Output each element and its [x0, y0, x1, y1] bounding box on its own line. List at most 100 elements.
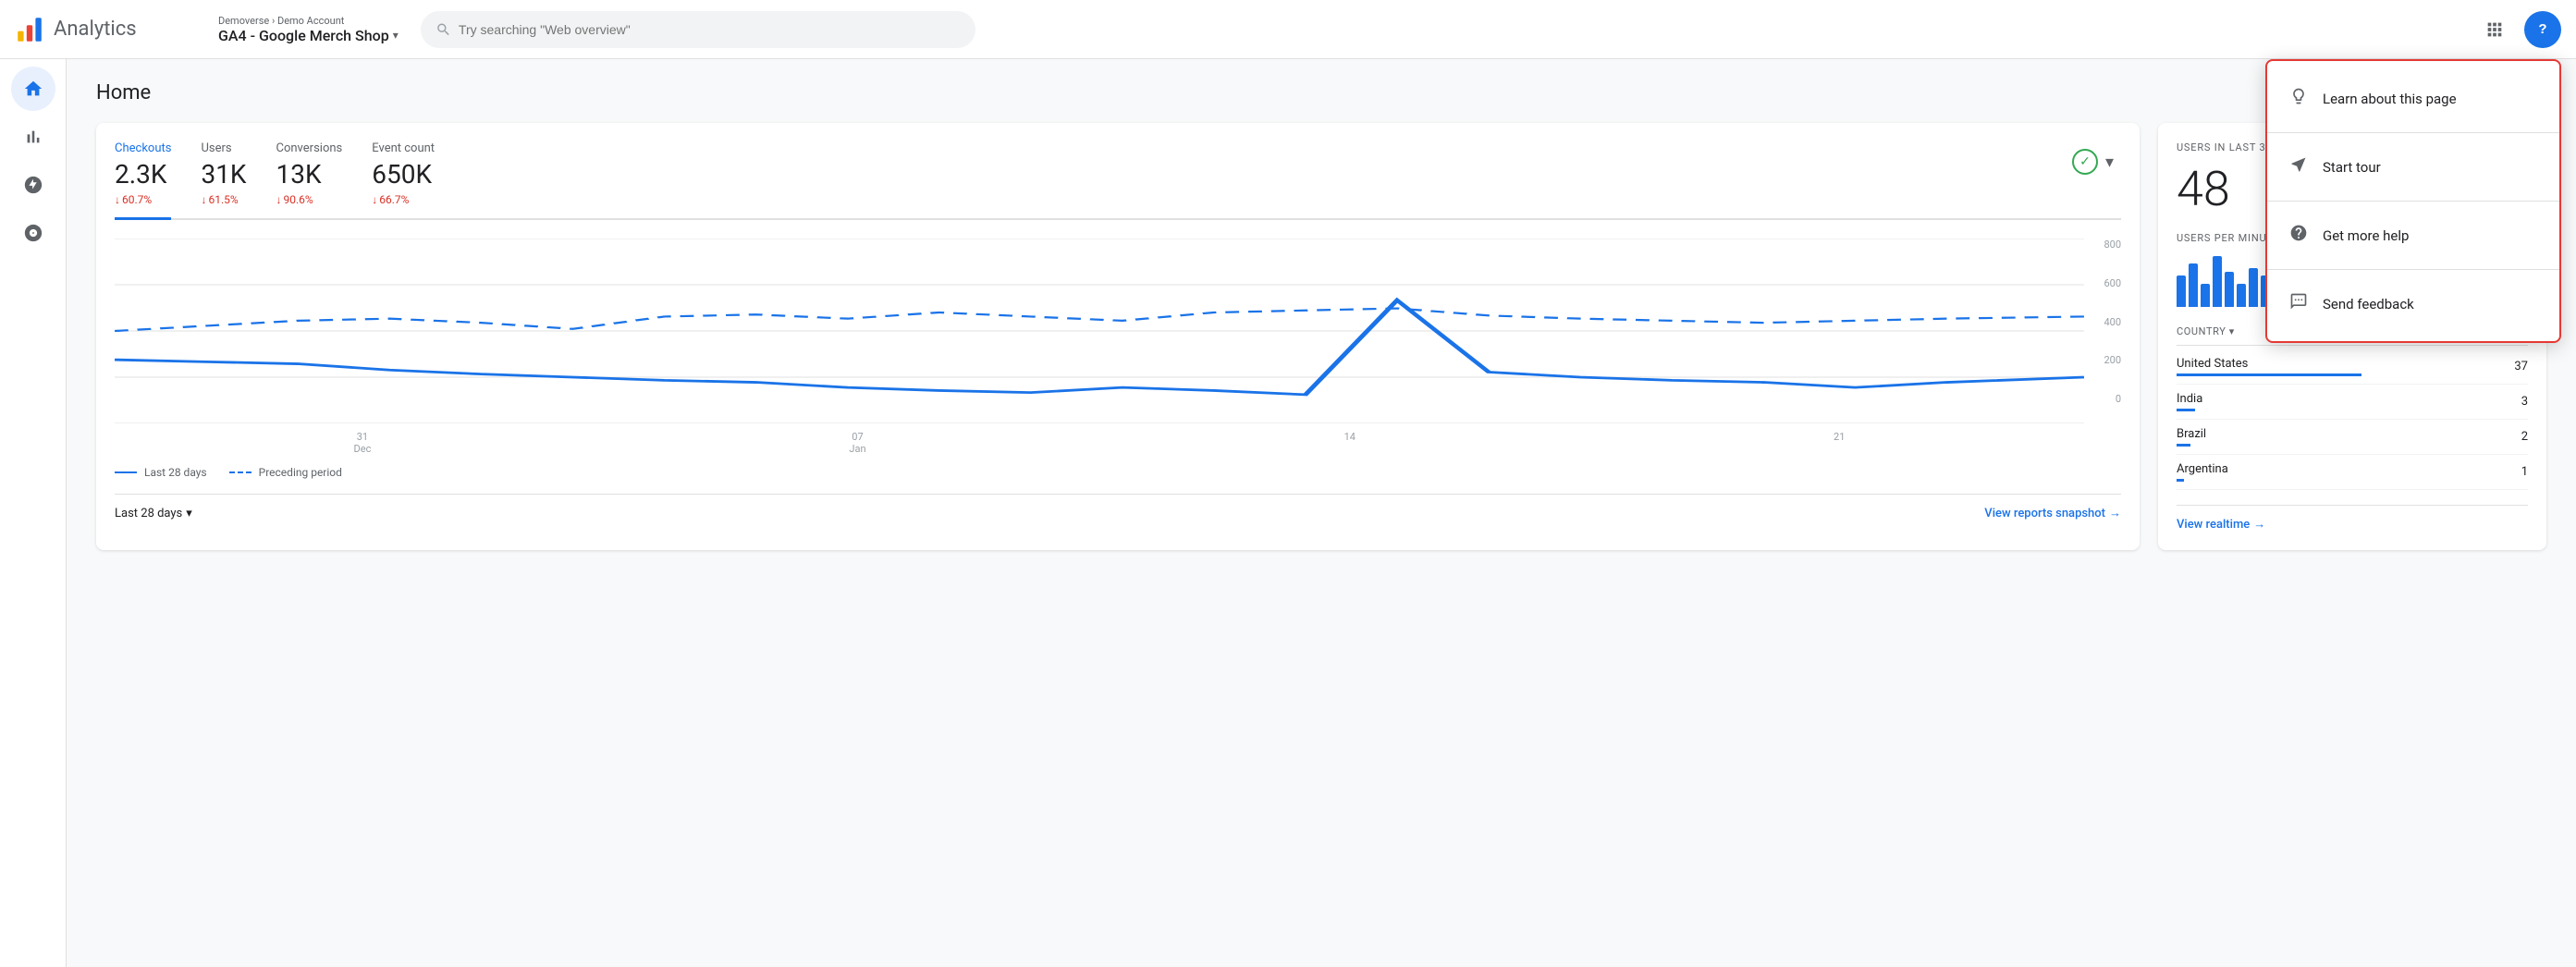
sidebar-item-explore[interactable] [11, 163, 55, 207]
event-count-change: ↓66.7% [372, 193, 435, 206]
metrics-tabs: Checkouts 2.3K ↓60.7% Users 31K ↓61.5% [115, 141, 2121, 220]
bar-0 [2177, 275, 2186, 307]
country-row-3: Argentina 1 [2177, 455, 2528, 490]
main-layout: Home Checkouts 2.3K ↓60.7% [0, 59, 2576, 967]
menu-divider-2 [2267, 269, 2559, 270]
country-name-2: Brazil [2177, 427, 2206, 441]
x-label-jan21: 21 [1834, 431, 1845, 455]
country-table: COUNTRY ▾ USERS ▾ United States 37 India… [2177, 325, 2528, 490]
main-content: Home Checkouts 2.3K ↓60.7% [67, 59, 2576, 967]
country-bar-1 [2177, 409, 2195, 411]
legend-dashed-line [229, 471, 251, 473]
metric-tab-conversions[interactable]: Conversions 13K ↓90.6% [276, 141, 343, 218]
metric-tab-users[interactable]: Users 31K ↓61.5% [201, 141, 246, 218]
bar-1 [2189, 263, 2198, 307]
sidebar-item-advertising[interactable] [11, 211, 55, 255]
topbar-actions: ? [2476, 11, 2561, 48]
help-menu-label: Get more help [2323, 227, 2409, 244]
country-bar-3 [2177, 479, 2184, 482]
view-reports-link[interactable]: View reports snapshot → [1984, 506, 2121, 520]
event-count-label: Event count [372, 141, 435, 155]
country-name-0: United States [2177, 357, 2361, 371]
help-menu-icon [2289, 224, 2308, 247]
country-users-1: 3 [2521, 395, 2528, 409]
legend-solid-line [115, 471, 137, 473]
learn-menu-icon [2289, 87, 2308, 110]
explore-icon [23, 175, 43, 195]
metric-tab-checkouts[interactable]: Checkouts 2.3K ↓60.7% [115, 141, 171, 220]
country-bar-0 [2177, 373, 2361, 376]
country-name-3: Argentina [2177, 462, 2228, 476]
event-count-value: 650K [372, 159, 435, 190]
account-dropdown-arrow: ▾ [393, 29, 399, 42]
legend-dashed: Preceding period [229, 466, 342, 479]
checkouts-change: ↓60.7% [115, 193, 171, 206]
legend-solid: Last 28 days [115, 466, 207, 479]
users-value: 31K [201, 159, 246, 190]
chart-x-labels: 31Dec 07Jan 14 21 [115, 431, 2121, 455]
logo-area: Analytics [15, 15, 200, 44]
topbar: Analytics Demoverse › Demo Account GA4 -… [0, 0, 2576, 59]
search-icon [435, 21, 451, 38]
country-users-0: 37 [2514, 360, 2528, 373]
menu-divider-0 [2267, 132, 2559, 133]
sidebar-item-reports[interactable] [11, 115, 55, 159]
users-label: Users [201, 141, 246, 155]
country-name-col-3: Argentina [2177, 462, 2228, 482]
metric-tab-event-count[interactable]: Event count 650K ↓66.7% [372, 141, 435, 218]
country-row-1: India 3 [2177, 385, 2528, 420]
date-dropdown-arrow: ▾ [186, 507, 192, 520]
country-name-col-2: Brazil [2177, 427, 2206, 447]
date-selector[interactable]: Last 28 days ▾ [115, 507, 192, 520]
reports-icon [23, 127, 43, 147]
country-users-3: 1 [2521, 465, 2528, 479]
search-bar[interactable] [421, 11, 975, 48]
apps-button[interactable] [2476, 11, 2513, 48]
compare-selector[interactable]: ✓ ▾ [2072, 149, 2114, 175]
tour-menu-label: Start tour [2323, 159, 2381, 176]
feedback-menu-icon [2289, 292, 2308, 315]
sidebar-item-home[interactable] [11, 67, 55, 111]
arrow-right-icon: → [2109, 506, 2121, 520]
account-name[interactable]: GA4 - Google Merch Shop ▾ [218, 27, 399, 44]
app-name: Analytics [54, 18, 137, 41]
country-name-1: India [2177, 392, 2202, 406]
checkouts-value: 2.3K [115, 159, 171, 190]
breadcrumb: Demoverse › Demo Account [218, 15, 399, 27]
country-bar-2 [2177, 444, 2190, 447]
menu-item-help[interactable]: Get more help [2267, 205, 2559, 265]
apps-icon [2484, 19, 2505, 40]
compare-dropdown-arrow: ▾ [2105, 153, 2114, 172]
menu-item-learn[interactable]: Learn about this page [2267, 68, 2559, 129]
bar-6 [2249, 268, 2258, 307]
chart-y-labels: 800 600 400 200 0 [2089, 239, 2121, 405]
realtime-footer: View realtime → [2177, 505, 2528, 532]
help-dropdown-menu: Learn about this page Start tour Get mor… [2265, 59, 2561, 343]
x-label-jan07: 07Jan [849, 431, 865, 455]
menu-item-tour[interactable]: Start tour [2267, 137, 2559, 197]
country-name-col-0: United States [2177, 357, 2361, 376]
home-icon [23, 79, 43, 99]
realtime-arrow-icon: → [2253, 517, 2265, 532]
conversions-label: Conversions [276, 141, 343, 155]
page-title: Home [96, 81, 2546, 104]
advertising-icon [23, 223, 43, 243]
chart-area: 800 600 400 200 0 [115, 239, 2121, 423]
country-row-0: United States 37 [2177, 349, 2528, 385]
account-selector[interactable]: Demoverse › Demo Account GA4 - Google Me… [218, 15, 399, 44]
search-input[interactable] [459, 22, 961, 37]
line-chart-svg [115, 239, 2084, 423]
sidebar [0, 59, 67, 967]
chart-legend: Last 28 days Preceding period [115, 466, 2121, 479]
country-column-header: COUNTRY ▾ [2177, 325, 2235, 337]
menu-item-feedback[interactable]: Send feedback [2267, 274, 2559, 334]
country-users-2: 2 [2521, 430, 2528, 444]
bar-5 [2237, 284, 2246, 307]
view-realtime-link[interactable]: View realtime → [2177, 517, 2528, 532]
compare-badge: ✓ [2072, 149, 2098, 175]
help-button[interactable]: ? [2524, 11, 2561, 48]
country-rows: United States 37 India 3 Brazil 2 Argent… [2177, 349, 2528, 490]
chart-card-footer: Last 28 days ▾ View reports snapshot → [115, 494, 2121, 520]
tour-menu-icon [2289, 155, 2308, 178]
feedback-menu-label: Send feedback [2323, 296, 2414, 312]
